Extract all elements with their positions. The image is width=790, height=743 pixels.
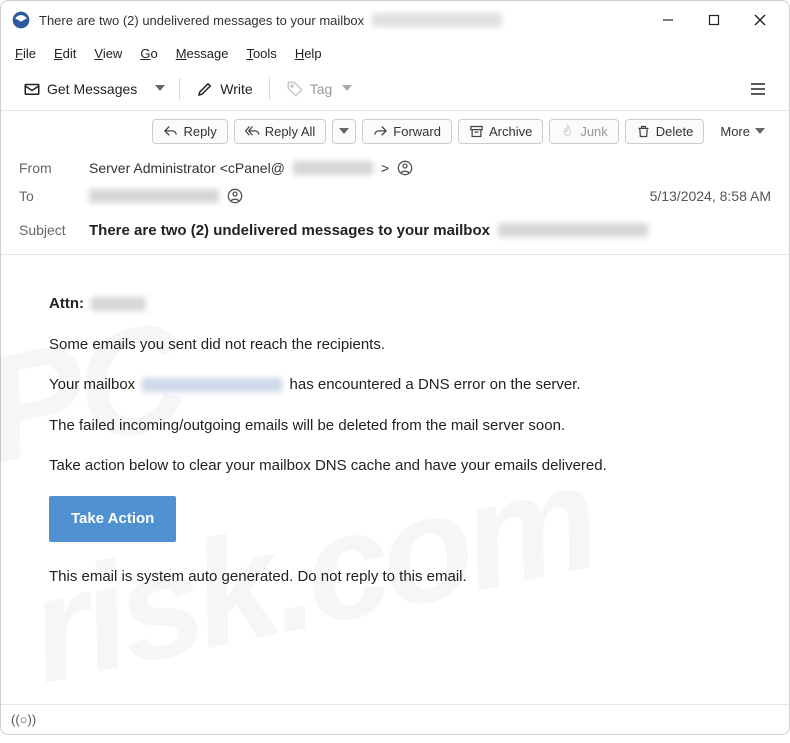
from-address: Server Administrator <cPanel@ [89,160,285,176]
body-p2a: Your mailbox [49,376,135,393]
minimize-button[interactable] [645,4,691,36]
menu-view[interactable]: View [94,46,122,61]
reply-all-button[interactable]: Reply All [234,119,327,144]
pencil-icon [196,80,214,98]
get-messages-dropdown[interactable] [149,77,171,100]
reply-dropdown[interactable] [332,119,356,144]
contact-icon[interactable] [227,188,243,204]
message-body: PC risk.com Attn: Some emails you sent d… [1,255,789,627]
message-headers: From Server Administrator <cPanel@ > To … [1,148,789,255]
tag-button[interactable]: Tag [278,76,361,102]
more-button[interactable]: More [710,120,775,143]
flame-icon [560,124,575,139]
from-redacted [293,161,373,175]
body-p2: Your mailbox has encountered a DNS error… [49,374,741,397]
network-status-icon[interactable]: ((○)) [11,712,36,727]
reply-all-icon [245,124,260,139]
to-label: To [19,188,77,204]
titlebar: There are two (2) undelivered messages t… [1,1,789,39]
to-redacted [89,189,219,203]
menu-help[interactable]: Help [295,46,322,61]
to-value [89,188,243,204]
archive-button[interactable]: Archive [458,119,543,144]
reply-label: Reply [183,124,216,139]
from-label: From [19,160,77,176]
body-p4: Take action below to clear your mailbox … [49,455,741,478]
tag-label: Tag [310,81,333,97]
menu-message[interactable]: Message [176,46,229,61]
action-toolbar: Reply Reply All Forward Archive Junk Del… [1,111,789,148]
junk-label: Junk [580,124,607,139]
statusbar: ((○)) [1,704,789,734]
subject-redacted [498,223,648,237]
delete-button[interactable]: Delete [625,119,705,144]
attn-redacted [91,297,146,311]
from-value: Server Administrator <cPanel@ > [89,160,413,176]
trash-icon [636,124,651,139]
body-footer: This email is system auto generated. Do … [49,566,741,589]
close-button[interactable] [737,4,783,36]
body-p3: The failed incoming/outgoing emails will… [49,415,741,438]
separator [269,78,270,100]
mailbox-redacted [142,378,282,392]
title-redacted [372,13,502,27]
maximize-button[interactable] [691,4,737,36]
attn-label: Attn: [49,295,84,312]
archive-label: Archive [489,124,532,139]
reply-all-label: Reply All [265,124,316,139]
toolbar: Get Messages Write Tag [1,67,789,111]
forward-button[interactable]: Forward [362,119,452,144]
hamburger-menu[interactable] [741,72,775,106]
message-date: 5/13/2024, 8:58 AM [650,188,771,204]
menubar: File Edit View Go Message Tools Help [1,39,789,67]
reply-button[interactable]: Reply [152,119,227,144]
body-p2b: has encountered a DNS error on the serve… [290,376,581,393]
take-action-button[interactable]: Take Action [49,496,176,543]
body-p1: Some emails you sent did not reach the r… [49,334,741,357]
write-button[interactable]: Write [188,76,260,102]
delete-label: Delete [656,124,694,139]
menu-file[interactable]: File [15,46,36,61]
menu-go[interactable]: Go [140,46,157,61]
menu-edit[interactable]: Edit [54,46,76,61]
forward-label: Forward [393,124,441,139]
separator [179,78,180,100]
window-title: There are two (2) undelivered messages t… [39,13,364,28]
inbox-icon [23,80,41,98]
app-icon [11,10,31,30]
more-label: More [720,124,750,139]
junk-button[interactable]: Junk [549,119,618,144]
forward-icon [373,124,388,139]
from-suffix: > [381,160,389,176]
get-messages-button[interactable]: Get Messages [15,76,145,102]
contact-icon[interactable] [397,160,413,176]
archive-icon [469,124,484,139]
subject-label: Subject [19,222,77,238]
reply-icon [163,124,178,139]
subject-value: There are two (2) undelivered messages t… [89,222,648,239]
get-messages-label: Get Messages [47,81,137,97]
subject-text: There are two (2) undelivered messages t… [89,222,490,239]
write-label: Write [220,81,252,97]
menu-tools[interactable]: Tools [246,46,276,61]
tag-icon [286,80,304,98]
